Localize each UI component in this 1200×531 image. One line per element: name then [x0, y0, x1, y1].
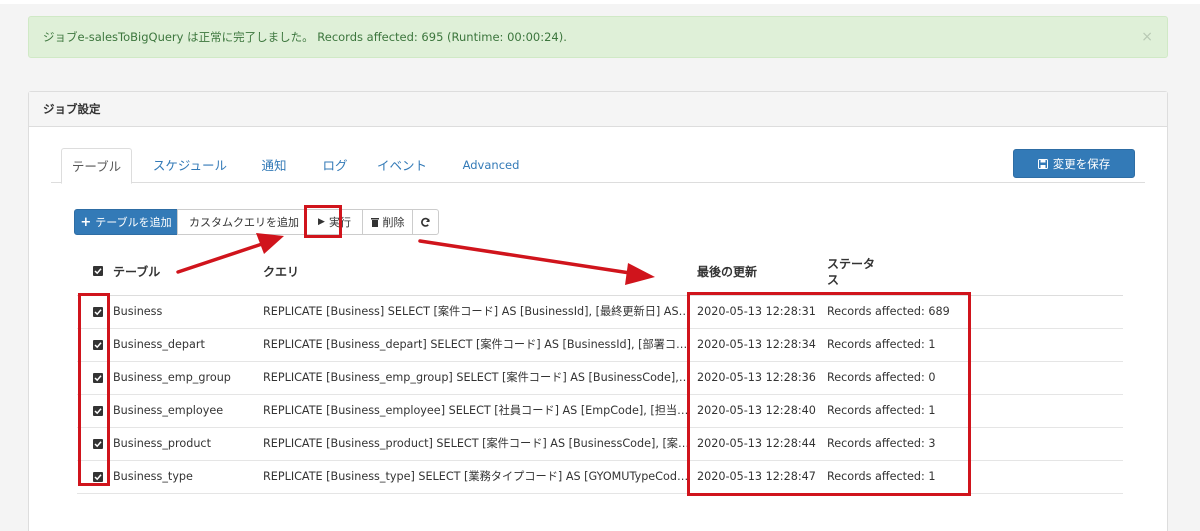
header-last-updated: 最後の更新: [697, 265, 758, 279]
header-status: ステータス: [827, 257, 876, 287]
top-strip: [0, 0, 1200, 4]
tab-tables[interactable]: テーブル: [61, 148, 132, 184]
tab-bar: テーブル スケジュール 通知 ログ イベント Advanced: [51, 148, 1145, 184]
trash-icon: [370, 218, 379, 227]
add-table-button[interactable]: + テーブルを追加: [74, 209, 178, 235]
row-query: REPLICATE [Business] SELECT [案件コード] AS […: [263, 305, 691, 318]
tab-events[interactable]: イベント: [373, 148, 431, 183]
refresh-button[interactable]: [412, 209, 439, 235]
row-table-name: Business_type: [113, 470, 193, 483]
header-query: クエリ: [263, 265, 300, 279]
select-all-checkbox[interactable]: [93, 266, 103, 276]
tab-advanced[interactable]: Advanced: [455, 148, 527, 183]
table-toolbar: + テーブルを追加 カスタムクエリを追加 ▶ 実行 削除: [74, 209, 439, 235]
tab-notification[interactable]: 通知: [253, 148, 295, 183]
add-custom-query-label: カスタムクエリを追加: [189, 216, 299, 229]
save-changes-label: 変更を保存: [1052, 156, 1111, 171]
row-table-name: Business_depart: [113, 338, 205, 351]
close-icon[interactable]: ×: [1141, 29, 1153, 45]
tab-log[interactable]: ログ: [315, 148, 355, 183]
run-highlight-box: [304, 205, 342, 238]
header-table: テーブル: [113, 265, 161, 279]
plus-icon: +: [80, 214, 92, 230]
row-table-name: Business_product: [113, 437, 211, 450]
delete-label: 削除: [382, 216, 405, 229]
panel-title: ジョブ設定: [43, 102, 101, 116]
results-highlight-box: [687, 292, 971, 496]
panel-heading: ジョブ設定: [29, 92, 1167, 127]
row-table-name: Business: [113, 305, 163, 318]
checkbox-highlight-box: [78, 293, 110, 486]
row-table-name: Business_emp_group: [113, 371, 231, 384]
save-changes-button[interactable]: 変更を保存: [1013, 149, 1135, 178]
delete-button[interactable]: 削除: [362, 209, 413, 235]
row-table-name: Business_employee: [113, 404, 224, 417]
tab-schedule[interactable]: スケジュール: [149, 148, 231, 183]
job-settings-panel: ジョブ設定 テーブル スケジュール 通知 ログ イベント Advanced 変更…: [28, 91, 1168, 531]
table-header: テーブル クエリ 最後の更新 ステータス: [77, 242, 1123, 296]
row-query: REPLICATE [Business_employee] SELECT [社員…: [263, 404, 691, 417]
floppy-disk-icon: [1037, 158, 1048, 169]
refresh-icon: [421, 217, 430, 227]
row-query: REPLICATE [Business_product] SELECT [案件コ…: [263, 437, 691, 450]
alert-message: ジョブe-salesToBigQuery は正常に完了しました。 Records…: [43, 30, 567, 44]
add-table-label: テーブルを追加: [95, 216, 172, 229]
row-query: REPLICATE [Business_depart] SELECT [案件コー…: [263, 338, 691, 351]
row-query: REPLICATE [Business_type] SELECT [業務タイプコ…: [263, 470, 691, 483]
success-alert: ジョブe-salesToBigQuery は正常に完了しました。 Records…: [28, 16, 1168, 58]
add-custom-query-button[interactable]: カスタムクエリを追加: [177, 209, 307, 235]
row-query: REPLICATE [Business_emp_group] SELECT [案…: [263, 371, 691, 384]
